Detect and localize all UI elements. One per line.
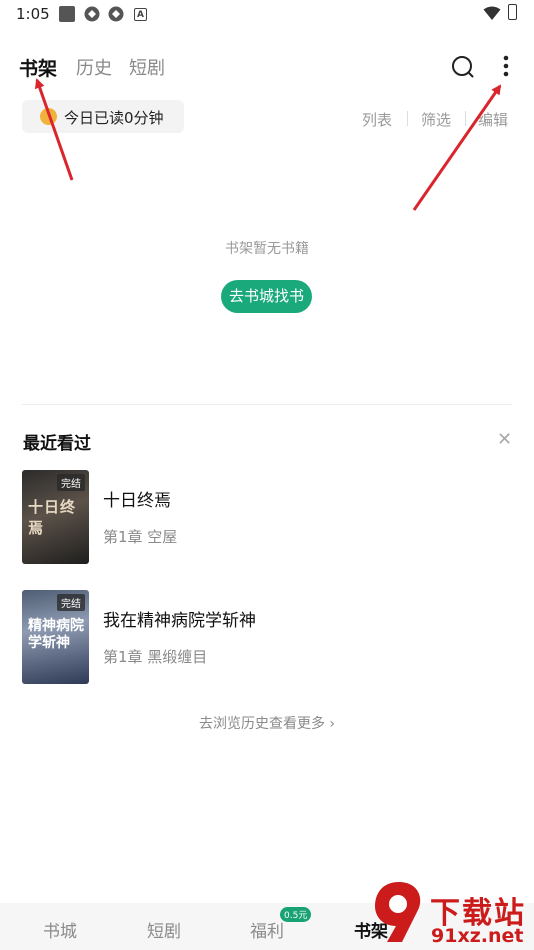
nav-welfare[interactable]: 福利 (250, 917, 284, 942)
completed-badge: 完结 (57, 474, 85, 491)
annotation-arrow (412, 84, 502, 211)
toolbar-separator (465, 111, 466, 126)
notification-a-icon: A (134, 8, 147, 21)
notification-app-icon (108, 6, 124, 22)
coin-icon (40, 108, 57, 125)
filter-button[interactable]: 筛选 (421, 109, 451, 130)
edit-button[interactable]: 编辑 (478, 109, 508, 130)
reading-time-text: 今日已读0分钟 (64, 109, 164, 127)
nav-short-drama[interactable]: 短剧 (147, 917, 181, 942)
divider (22, 404, 512, 405)
book-cover: 精神病院学斩神 完结 (22, 590, 89, 684)
recent-section-title: 最近看过 (23, 434, 91, 454)
notification-app-icon (84, 6, 100, 22)
nav-bookstore[interactable]: 书城 (43, 917, 77, 942)
view-more-history-link[interactable]: 去浏览历史查看更多 › (0, 713, 534, 733)
cover-title-text: 精神病院学斩神 (28, 618, 84, 651)
notification-square-icon (59, 6, 75, 22)
recent-book-item[interactable]: 精神病院学斩神 完结 我在精神病院学斩神 第1章 黑缎缠目 (22, 590, 512, 685)
battery-icon (508, 4, 517, 20)
book-cover: 十日终焉 完结 (22, 470, 89, 564)
book-chapter: 第1章 黑缎缠目 (103, 648, 208, 666)
completed-badge: 完结 (57, 594, 85, 611)
book-title: 十日终焉 (103, 491, 171, 511)
cover-title-text: 十日终焉 (28, 498, 77, 537)
more-menu-icon[interactable] (496, 54, 516, 80)
status-time: 1:05 (16, 5, 50, 23)
book-title: 我在精神病院学斩神 (103, 611, 256, 631)
search-icon[interactable] (450, 54, 476, 80)
tab-bookshelf[interactable]: 书架 (19, 54, 57, 81)
go-to-store-button[interactable]: 去书城找书 (221, 280, 312, 313)
welfare-badge: 0.5元 (280, 907, 312, 922)
toolbar-separator (407, 111, 408, 126)
watermark-logo (375, 882, 421, 942)
wifi-icon (483, 6, 501, 20)
watermark-url: 91xz.net (431, 925, 524, 947)
empty-shelf-message: 书架暂无书籍 (225, 241, 309, 257)
reading-time-pill[interactable]: 今日已读0分钟 (22, 100, 184, 133)
tab-history[interactable]: 历史 (76, 54, 112, 80)
list-view-button[interactable]: 列表 (362, 109, 392, 130)
book-chapter: 第1章 空屋 (103, 528, 178, 546)
close-icon[interactable]: ✕ (497, 429, 512, 450)
tab-short-drama[interactable]: 短剧 (129, 54, 165, 80)
recent-book-item[interactable]: 十日终焉 完结 十日终焉 第1章 空屋 (22, 470, 512, 565)
